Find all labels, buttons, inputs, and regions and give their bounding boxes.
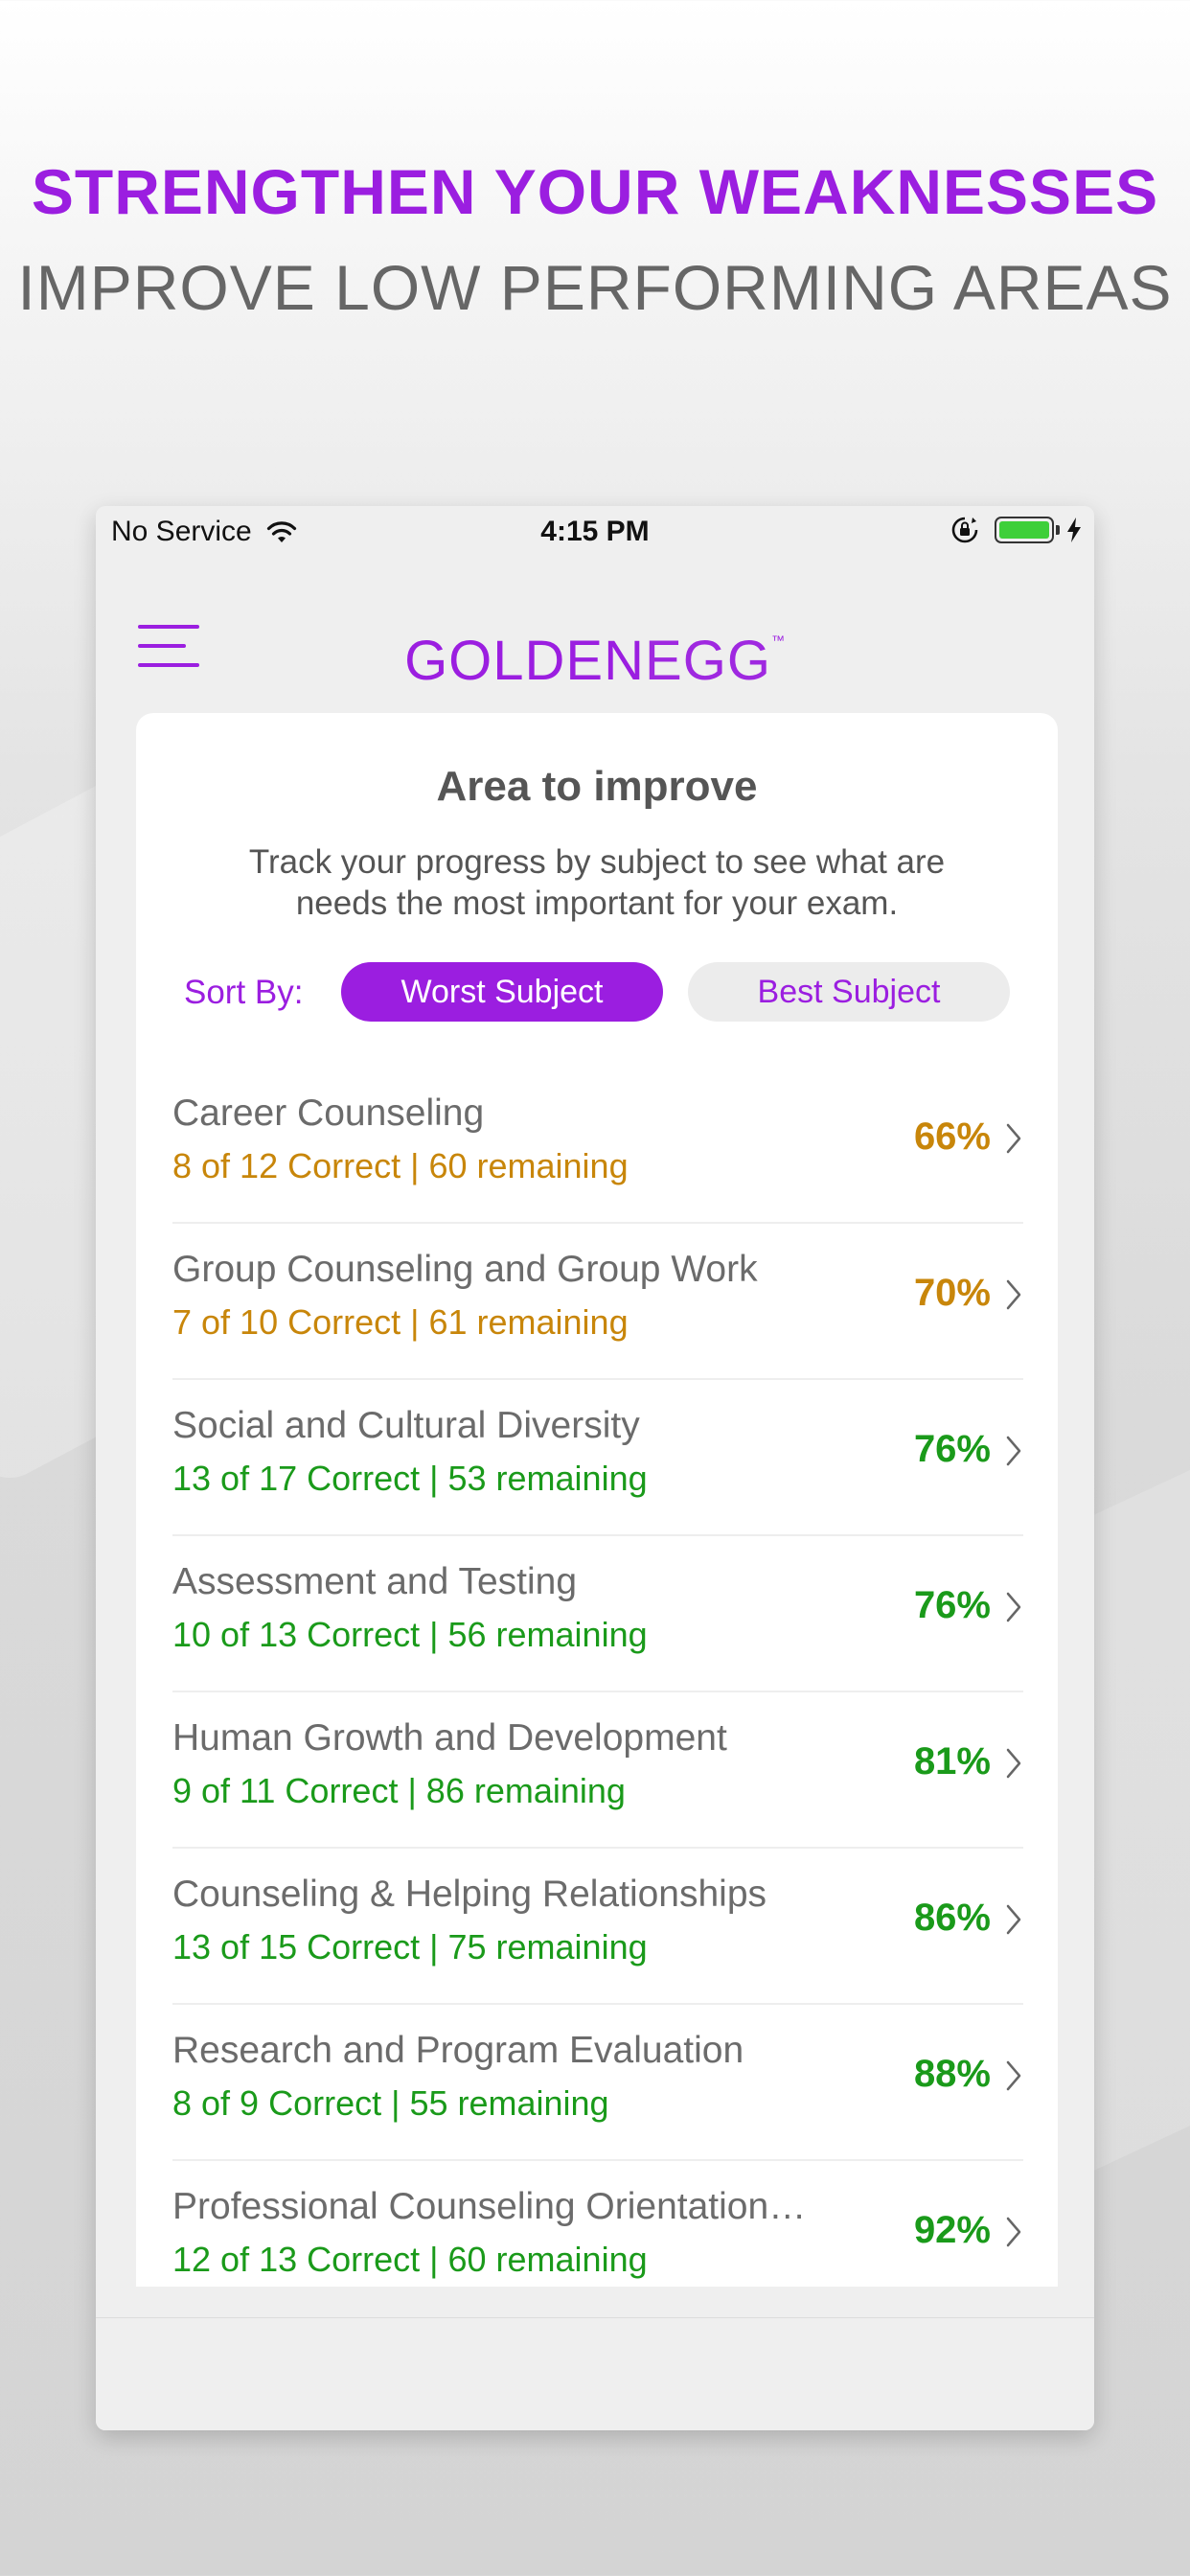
status-time: 4:15 PM [540,516,650,547]
subject-percent: 76% [913,1428,991,1470]
card-description: Track your progress by subject to see wh… [248,843,946,922]
subject-percent: 66% [913,1116,991,1158]
subject-percent: 86% [913,1897,991,1939]
subject-name: Group Counseling and Group Work [172,1249,758,1290]
sort-best-subject-button[interactable]: Best Subject [688,962,1010,1022]
battery-cap [1056,525,1060,535]
chevron-right-icon [1006,1279,1021,1310]
improve-card: Area to improve Track your progress by s… [136,713,1058,2287]
battery-level [999,521,1049,539]
subject-stats: 8 of 9 Correct | 55 remaining [172,2083,609,2123]
nav-bar: GOLDENEGG™ [96,592,1094,698]
chevron-right-icon [1006,1904,1021,1935]
subject-percent: 81% [913,1740,991,1782]
status-right-group [950,516,1083,544]
subject-stats: 13 of 17 Correct | 53 remaining [172,1459,648,1498]
bottom-bar [96,2317,1094,2430]
subject-row[interactable]: Career Counseling 8 of 12 Correct | 60 re… [172,1068,1023,1224]
subject-percent: 88% [913,2053,991,2095]
subject-stats: 9 of 11 Correct | 86 remaining [172,1771,626,1810]
subject-name: Social and Cultural Diversity [172,1405,640,1446]
promo-headline: STRENGTHEN YOUR WEAKNESSES [31,156,1159,227]
subject-percent: 70% [913,1272,991,1314]
subject-name: Human Growth and Development [172,1717,727,1759]
sort-worst-subject-button[interactable]: Worst Subject [341,962,663,1022]
promo-subheadline: IMPROVE LOW PERFORMING AREAS [17,252,1173,323]
subject-stats: 12 of 13 Correct | 60 remaining [172,2240,648,2279]
chevron-right-icon [1006,2217,1021,2247]
phone-screen: No Service 4:15 PM GOLDENEGG™ Area to im… [96,506,1094,2430]
chevron-right-icon [1006,1592,1021,1622]
subject-row[interactable]: Social and Cultural Diversity 13 of 17 Co… [172,1380,1023,1536]
subject-row[interactable]: Research and Program Evaluation 8 of 9 Co… [172,2005,1023,2161]
status-bar: No Service 4:15 PM [96,506,1094,558]
subject-stats: 7 of 10 Correct | 61 remaining [172,1302,629,1342]
logo-sub: EGG [645,630,771,692]
subject-percent: 76% [913,1584,991,1626]
chevron-right-icon [1006,1748,1021,1779]
subject-name: Assessment and Testing [172,1561,578,1602]
subject-stats: 13 of 15 Correct | 75 remaining [172,1927,648,1966]
sort-label: Sort By: [184,974,304,1011]
subject-stats: 8 of 12 Correct | 60 remaining [172,1146,629,1185]
charging-bolt-icon [1067,518,1081,542]
card-title: Area to improve [436,763,758,810]
subject-row[interactable]: Human Growth and Development 9 of 11 Corr… [172,1692,1023,1849]
chevron-right-icon [1006,1436,1021,1466]
subject-list: Career Counseling 8 of 12 Correct | 60 re… [172,1068,1023,2287]
subject-name: Professional Counseling Orientation… [172,2186,807,2227]
subject-percent: 92% [913,2209,991,2251]
chevron-right-icon [1006,1123,1021,1154]
subject-name: Career Counseling [172,1092,485,1134]
logo-trademark: ™ [770,632,786,648]
subject-row[interactable]: Counseling & Helping Relationships 13 of … [172,1849,1023,2005]
rotation-lock-icon [951,517,978,543]
subject-row[interactable]: Professional Counseling Orientation… 12 o… [172,2161,1023,2287]
subject-stats: 10 of 13 Correct | 56 remaining [172,1615,648,1654]
chevron-right-icon [1006,2060,1021,2091]
subject-row[interactable]: Assessment and Testing 10 of 13 Correct |… [172,1536,1023,1692]
logo-main: GOLDEN [404,630,646,692]
subject-row[interactable]: Group Counseling and Group Work 7 of 10 C… [172,1224,1023,1380]
sort-row: Sort By: Worst Subject Best Subject [136,962,1058,1024]
battery-icon [995,517,1054,543]
subject-name: Research and Program Evaluation [172,2030,744,2071]
golden-egg-logo: GOLDENEGG™ [96,629,1094,693]
subject-name: Counseling & Helping Relationships [172,1874,767,1915]
